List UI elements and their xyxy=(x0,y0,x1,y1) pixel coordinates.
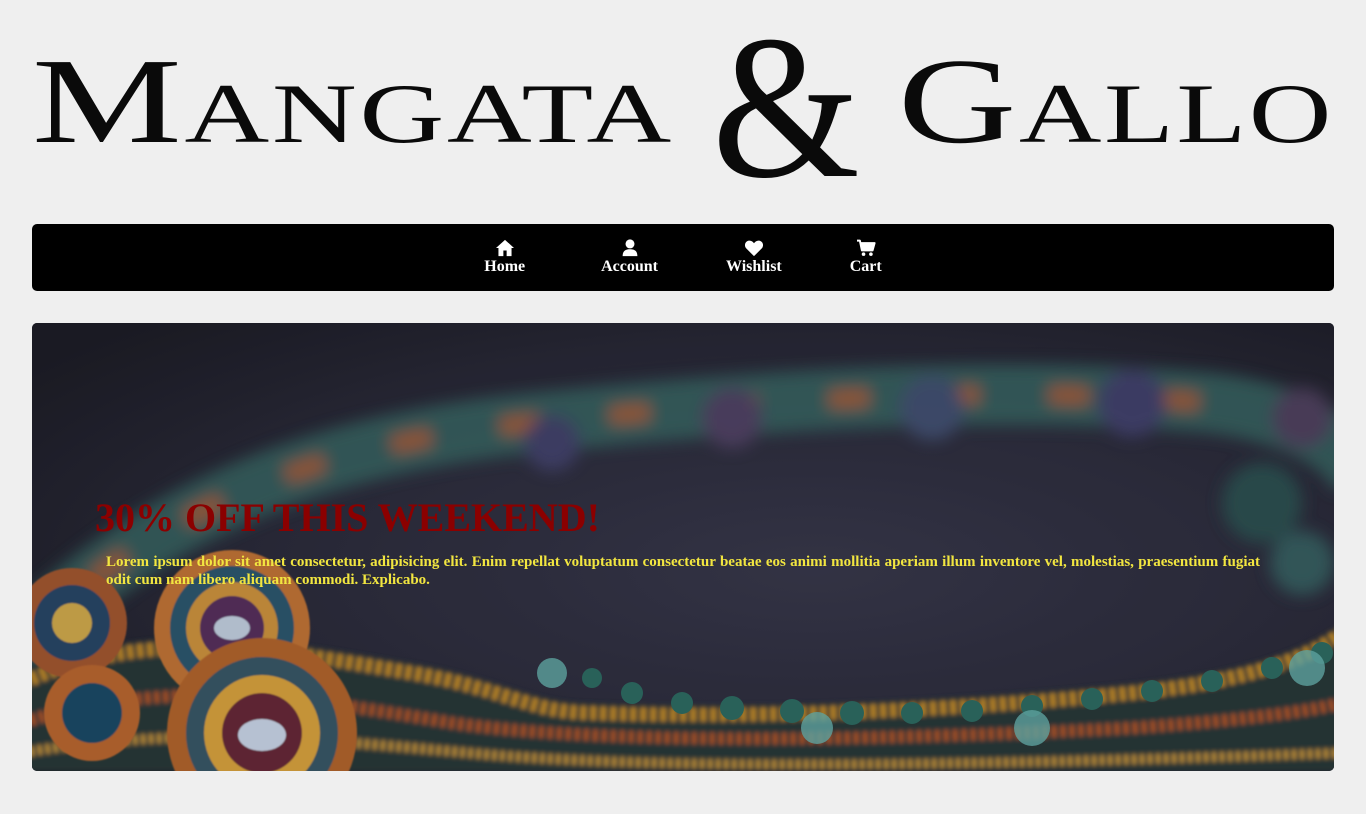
hero-background-image xyxy=(32,323,1334,771)
hero-heading: 30% OFF THIS WEEKEND! xyxy=(95,495,600,540)
nav-item-home[interactable]: Home xyxy=(484,239,567,276)
nav-label-home: Home xyxy=(484,258,526,275)
nav-label-wishlist: Wishlist xyxy=(726,258,782,275)
nav-label-cart: Cart xyxy=(849,258,882,275)
heart-icon xyxy=(744,239,764,257)
nav-list: Home Account Wishlist Cart xyxy=(484,239,882,276)
nav-item-cart[interactable]: Cart xyxy=(816,239,882,276)
main-navbar: Home Account Wishlist Cart xyxy=(32,224,1334,291)
nav-item-wishlist[interactable]: Wishlist xyxy=(692,239,816,276)
home-icon xyxy=(495,239,515,257)
cart-icon xyxy=(856,239,876,257)
logo-text-right: Gallo xyxy=(898,34,1334,169)
nav-item-account[interactable]: Account xyxy=(567,239,692,276)
user-icon xyxy=(620,239,640,257)
hero-body-text: Lorem ipsum dolor sit amet consectetur, … xyxy=(106,554,1260,588)
logo-wordmark: Mangata & Gallo xyxy=(32,24,1334,192)
logo-text-left: Mangata xyxy=(32,34,674,169)
nav-label-account: Account xyxy=(601,258,659,275)
brand-logo[interactable]: Mangata & Gallo xyxy=(32,24,1334,192)
hero-banner: 30% OFF THIS WEEKEND! Lorem ipsum dolor … xyxy=(32,323,1334,771)
page: Mangata & Gallo Home Account Wishlist Ca… xyxy=(0,0,1366,814)
logo-ampersand: & xyxy=(712,24,860,192)
